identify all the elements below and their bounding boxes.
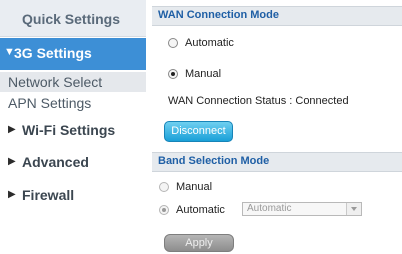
triangle-right-icon: ▶ [8,124,16,135]
sidebar-item-firewall[interactable]: ▶ Firewall [0,186,146,208]
sidebar-item-wifi-settings[interactable]: ▶ Wi-Fi Settings [0,121,146,143]
apply-button[interactable]: Apply [164,234,234,252]
radio-label: Manual [176,181,213,193]
radio-label: Automatic [176,204,225,216]
sidebar-item-label: Quick Settings [22,11,121,27]
select-value: Automatic [247,203,292,214]
sidebar-subitem-network-select[interactable]: Network Select [0,72,146,92]
section-title: Band Selection Mode [158,155,270,167]
sidebar-item-label: Wi-Fi Settings [22,122,116,138]
band-select-dropdown[interactable]: Automatic [242,202,362,216]
sidebar-item-label: 3G Settings [14,45,92,61]
radio-button[interactable] [168,38,178,48]
triangle-right-icon: ▶ [8,156,16,167]
sidebar-item-quick-settings[interactable]: Quick Settings [0,0,146,37]
sidebar-item-advanced[interactable]: ▶ Advanced [0,153,146,175]
radio-button[interactable] [168,69,178,79]
band-mode-header: Band Selection Mode [152,152,402,172]
radio-label: Automatic [185,37,234,49]
sidebar-subitem-apn-settings[interactable]: APN Settings [0,93,146,113]
main-content: WAN Connection Mode Automatic Manual WAN… [152,0,402,254]
sidebar-item-label: Firewall [22,187,75,203]
triangle-right-icon: ▶ [8,189,16,200]
radio-label: Manual [185,68,222,80]
section-title: WAN Connection Mode [158,9,279,21]
wan-mode-header: WAN Connection Mode [152,6,402,26]
sidebar-subitem-label: Network Select [8,74,103,90]
sidebar-item-3g-settings[interactable]: ▼ 3G Settings [0,38,146,70]
disconnect-button[interactable]: Disconnect [164,121,233,142]
sidebar: Quick Settings ▼ 3G Settings Network Sel… [0,0,148,254]
chevron-down-icon [346,203,361,215]
sidebar-item-label: Advanced [22,154,89,170]
wan-connection-status: WAN Connection Status : Connected [168,95,349,107]
sidebar-subitem-label: APN Settings [8,95,92,111]
radio-button[interactable] [159,182,169,192]
radio-button[interactable] [159,205,169,215]
